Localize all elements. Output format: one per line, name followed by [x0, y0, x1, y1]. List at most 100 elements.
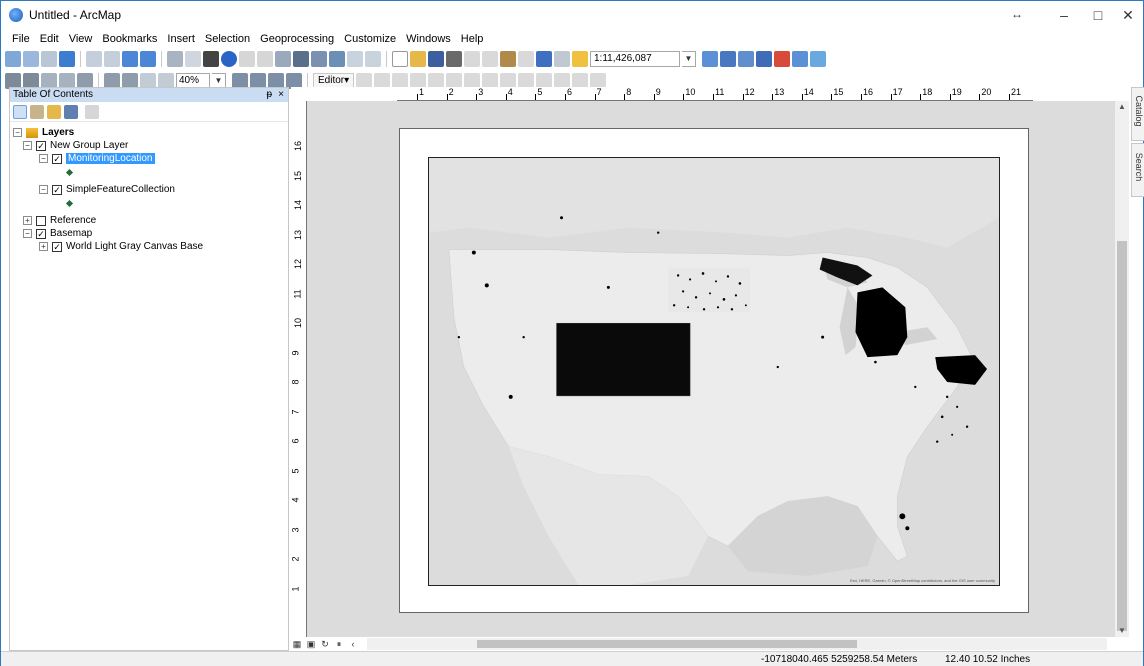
expand-icon[interactable]: +: [39, 242, 48, 251]
print-icon[interactable]: [446, 51, 462, 67]
zoom-out-icon[interactable]: [23, 51, 39, 67]
layout-page[interactable]: Esri, HERE, Garmin, © OpenStreetMap cont…: [399, 128, 1029, 613]
horizontal-scrollbar[interactable]: [367, 638, 1107, 650]
data-view-icon[interactable]: ▦: [291, 638, 303, 650]
tree-row-reference[interactable]: + Reference: [10, 214, 288, 227]
back-arrow-icon[interactable]: [122, 51, 138, 67]
expand-icon[interactable]: +: [23, 216, 32, 225]
pin-icon[interactable]: ᵽ: [266, 88, 272, 102]
create-viewer-icon[interactable]: [365, 51, 381, 67]
collapse-icon[interactable]: −: [23, 229, 32, 238]
open-folder-icon[interactable]: [410, 51, 426, 67]
menu-windows[interactable]: Windows: [401, 31, 456, 47]
table-of-contents-icon[interactable]: [720, 51, 736, 67]
add-data-icon[interactable]: [572, 51, 588, 67]
find-route-icon[interactable]: [311, 51, 327, 67]
find-binoculars-icon[interactable]: [293, 51, 309, 67]
editor-toolbar-icon[interactable]: [702, 51, 718, 67]
menu-view[interactable]: View: [64, 31, 98, 47]
tree-row-basemap[interactable]: − ✓ Basemap: [10, 227, 288, 240]
layout-view[interactable]: 1 2 3 4 5 6 7 8 9 10 11 12 13 14 15 16 17 18 19 20 21 16 15 14…: [291, 87, 1131, 651]
data-frame[interactable]: Esri, HERE, Garmin, © OpenStreetMap cont…: [428, 157, 1000, 586]
scrollbar-thumb[interactable]: [477, 640, 857, 648]
copy-icon[interactable]: [482, 51, 498, 67]
visibility-checkbox[interactable]: ✓: [52, 241, 62, 252]
menu-selection[interactable]: Selection: [200, 31, 255, 47]
go-to-xy-icon[interactable]: [329, 51, 345, 67]
basemap-map[interactable]: [429, 158, 999, 585]
visibility-checkbox[interactable]: [36, 215, 46, 226]
tree-row-symbol[interactable]: [10, 165, 288, 179]
menu-edit[interactable]: Edit: [35, 31, 64, 47]
visibility-checkbox[interactable]: ✓: [52, 153, 62, 164]
fixed-zoom-in-icon[interactable]: [86, 51, 102, 67]
list-by-source-icon[interactable]: [30, 104, 44, 119]
menu-insert[interactable]: Insert: [162, 31, 200, 47]
forward-arrow-icon[interactable]: [140, 51, 156, 67]
time-slider-icon[interactable]: [347, 51, 363, 67]
select-elements-icon[interactable]: [203, 51, 219, 67]
tree-row-symbol[interactable]: [10, 196, 288, 210]
close-icon[interactable]: ✕: [1113, 5, 1143, 25]
paste-icon[interactable]: [500, 51, 516, 67]
layout-view-icon[interactable]: ▣: [305, 638, 317, 650]
maximize-icon[interactable]: □: [1083, 5, 1113, 25]
close-icon[interactable]: ×: [278, 88, 284, 102]
layout-canvas[interactable]: Esri, HERE, Garmin, © OpenStreetMap cont…: [307, 101, 1115, 637]
measure-icon[interactable]: [275, 51, 291, 67]
new-document-icon[interactable]: [392, 51, 408, 67]
arctoolbox-icon[interactable]: [774, 51, 790, 67]
catalog-tab[interactable]: Catalog: [1131, 87, 1144, 141]
refresh-icon[interactable]: ↻: [319, 638, 331, 650]
zoom-in-icon[interactable]: [5, 51, 21, 67]
tree-row-monitoring-location[interactable]: − ✓ MonitoringLocation: [10, 152, 288, 165]
scroll-left-icon[interactable]: ‹: [347, 638, 359, 650]
scrollbar-thumb[interactable]: [1117, 241, 1127, 631]
menu-customize[interactable]: Customize: [339, 31, 401, 47]
tree-row-simple-feature-collection[interactable]: − ✓ SimpleFeatureCollection: [10, 183, 288, 196]
model-builder-icon[interactable]: [810, 51, 826, 67]
hyperlink-icon[interactable]: [239, 51, 255, 67]
visibility-checkbox[interactable]: ✓: [36, 228, 46, 239]
tree-row-world-light-gray[interactable]: + ✓ World Light Gray Canvas Base: [10, 240, 288, 253]
html-popup-icon[interactable]: [257, 51, 273, 67]
scroll-down-icon[interactable]: ▼: [1115, 625, 1129, 637]
chevron-down-icon[interactable]: ▼: [682, 51, 696, 67]
visibility-checkbox[interactable]: ✓: [52, 184, 62, 195]
collapse-icon[interactable]: −: [23, 141, 32, 150]
vertical-scrollbar[interactable]: ▲ ▼: [1115, 101, 1129, 637]
redo-icon[interactable]: [554, 51, 570, 67]
list-by-drawing-order-icon[interactable]: [13, 104, 27, 119]
collapse-icon[interactable]: −: [13, 128, 22, 137]
clear-selection-icon[interactable]: [185, 51, 201, 67]
collapse-icon[interactable]: −: [39, 185, 48, 194]
scroll-up-icon[interactable]: ▲: [1115, 101, 1129, 113]
menu-bookmarks[interactable]: Bookmarks: [97, 31, 162, 47]
select-features-icon[interactable]: [167, 51, 183, 67]
catalog-window-icon[interactable]: [738, 51, 754, 67]
search-window-icon[interactable]: [756, 51, 772, 67]
delete-icon[interactable]: [518, 51, 534, 67]
pan-hand-icon[interactable]: [41, 51, 57, 67]
options-icon[interactable]: [85, 104, 99, 119]
collapse-icon[interactable]: −: [39, 154, 48, 163]
list-by-visibility-icon[interactable]: [47, 104, 61, 119]
search-tab[interactable]: Search: [1131, 143, 1144, 197]
identify-icon[interactable]: [221, 51, 237, 67]
minimize-icon[interactable]: –: [1049, 5, 1079, 25]
menu-geoprocessing[interactable]: Geoprocessing: [255, 31, 339, 47]
undo-icon[interactable]: [536, 51, 552, 67]
menu-help[interactable]: Help: [456, 31, 489, 47]
tree-row-new-group-layer[interactable]: − ✓ New Group Layer: [10, 139, 288, 152]
cut-icon[interactable]: [464, 51, 480, 67]
fixed-zoom-out-icon[interactable]: [104, 51, 120, 67]
pause-drawing-icon[interactable]: ⏸: [333, 638, 345, 650]
visibility-checkbox[interactable]: ✓: [36, 140, 46, 151]
tree-row-layers[interactable]: − Layers: [10, 126, 288, 139]
list-by-selection-icon[interactable]: [64, 104, 78, 119]
full-extent-globe-icon[interactable]: [59, 51, 75, 67]
save-icon[interactable]: [428, 51, 444, 67]
menu-file[interactable]: File: [7, 31, 35, 47]
python-window-icon[interactable]: [792, 51, 808, 67]
map-scale-input[interactable]: 1:11,426,087: [590, 51, 680, 67]
